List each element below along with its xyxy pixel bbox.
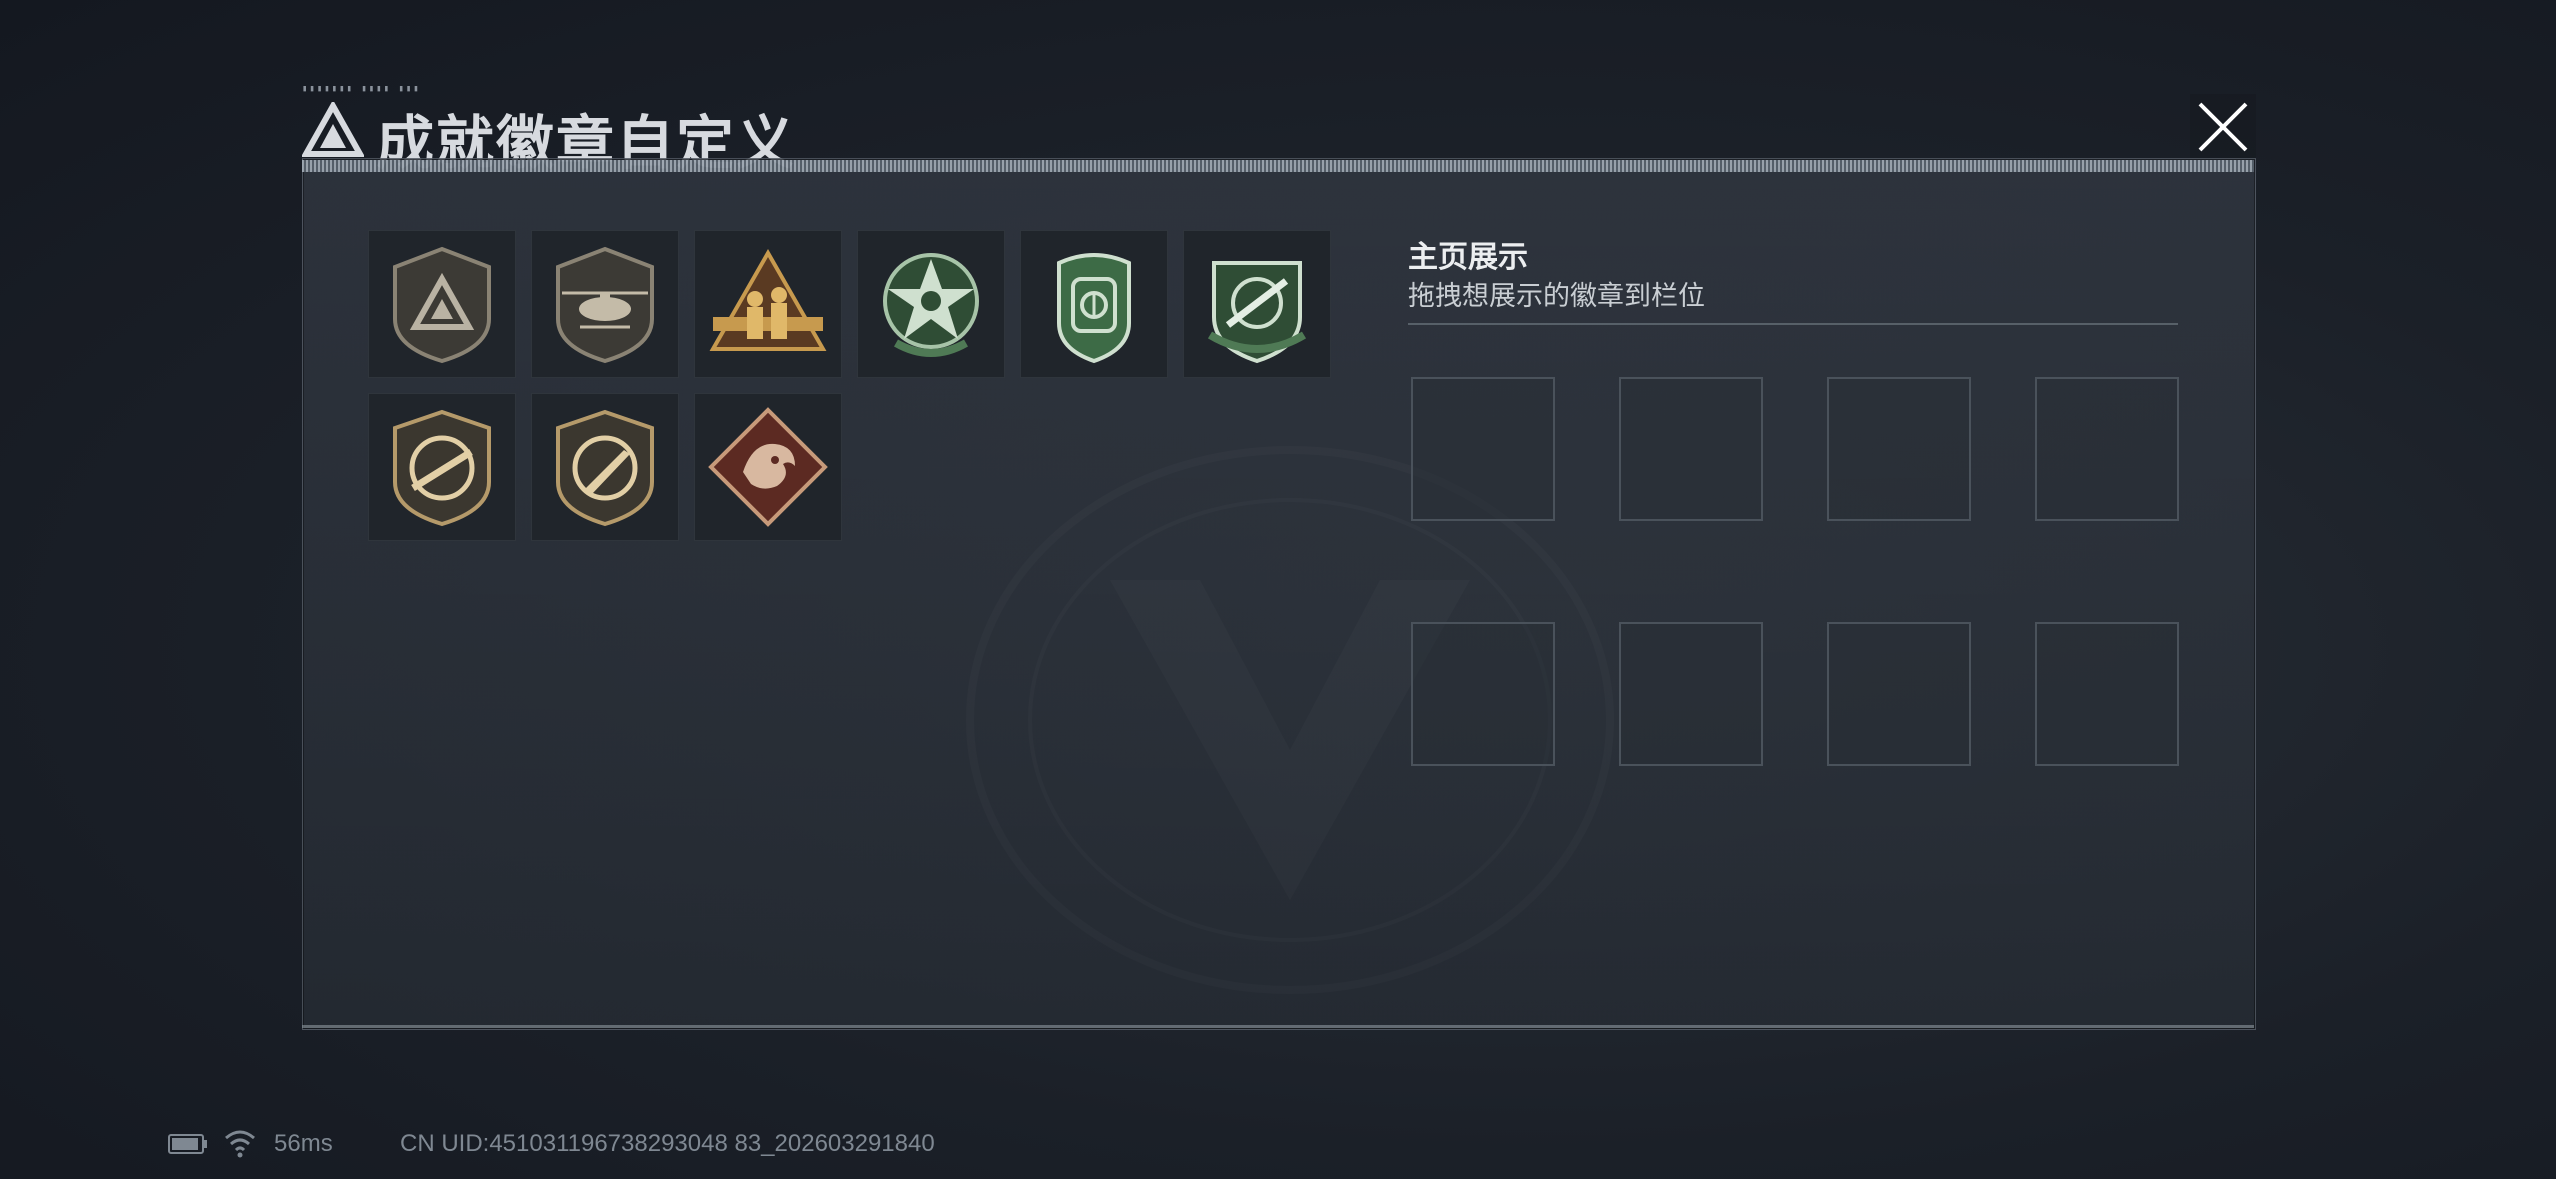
green-winged-shield-badge-icon: [1057, 253, 1131, 364]
badge-helicopter[interactable]: [531, 230, 679, 378]
badge-soldiers[interactable]: [694, 230, 842, 378]
showcase-slot[interactable]: [1827, 622, 1971, 766]
triangle-shield-badge-icon: [393, 246, 491, 364]
badge-dragon[interactable]: [694, 393, 842, 541]
showcase-divider: [1408, 323, 2178, 325]
showcase-slot[interactable]: [2035, 622, 2179, 766]
showcase-slot[interactable]: [1411, 622, 1555, 766]
triangle-logo-icon: [302, 102, 364, 157]
badge-triangle-shield[interactable]: [368, 230, 516, 378]
user-uid: CN UID:451031196738293048 83_20260329184…: [400, 1130, 935, 1157]
showcase-slot[interactable]: [1619, 622, 1763, 766]
panel-top-strip: [302, 160, 2254, 172]
wifi-icon: [225, 1130, 255, 1158]
badge-rifle-circle[interactable]: [368, 393, 516, 541]
close-button[interactable]: [2190, 94, 2256, 160]
green-star-skull-badge-icon: [883, 253, 979, 357]
green-rifle-crosshair-badge-icon: [1207, 261, 1307, 364]
badge-green-star[interactable]: [857, 230, 1005, 378]
title-decoration: ▮▮▮▮▮▮▮ ▮▮▮▮ ▮▮▮: [302, 84, 421, 94]
rifle-circle-badge-icon: [393, 409, 491, 527]
dragon-diamond-badge-icon: [708, 407, 828, 527]
knife-circle-badge-icon: [556, 409, 654, 527]
showcase-slot[interactable]: [1411, 377, 1555, 521]
showcase-slot[interactable]: [1827, 377, 1971, 521]
showcase-slot[interactable]: [2035, 377, 2179, 521]
soldiers-triangle-badge-icon: [709, 248, 827, 351]
panel-bottom-line: [302, 1025, 2254, 1028]
battery-icon: [168, 1134, 207, 1154]
showcase-description: 拖拽想展示的徽章到栏位: [1408, 281, 1705, 311]
badge-green-shield[interactable]: [1020, 230, 1168, 378]
showcase-slot[interactable]: [1619, 377, 1763, 521]
badge-knife-circle[interactable]: [531, 393, 679, 541]
ping-value: 56ms: [274, 1130, 333, 1157]
badge-green-rifle[interactable]: [1183, 230, 1331, 378]
showcase-title: 主页展示: [1408, 241, 1528, 274]
helicopter-shield-badge-icon: [556, 246, 654, 364]
